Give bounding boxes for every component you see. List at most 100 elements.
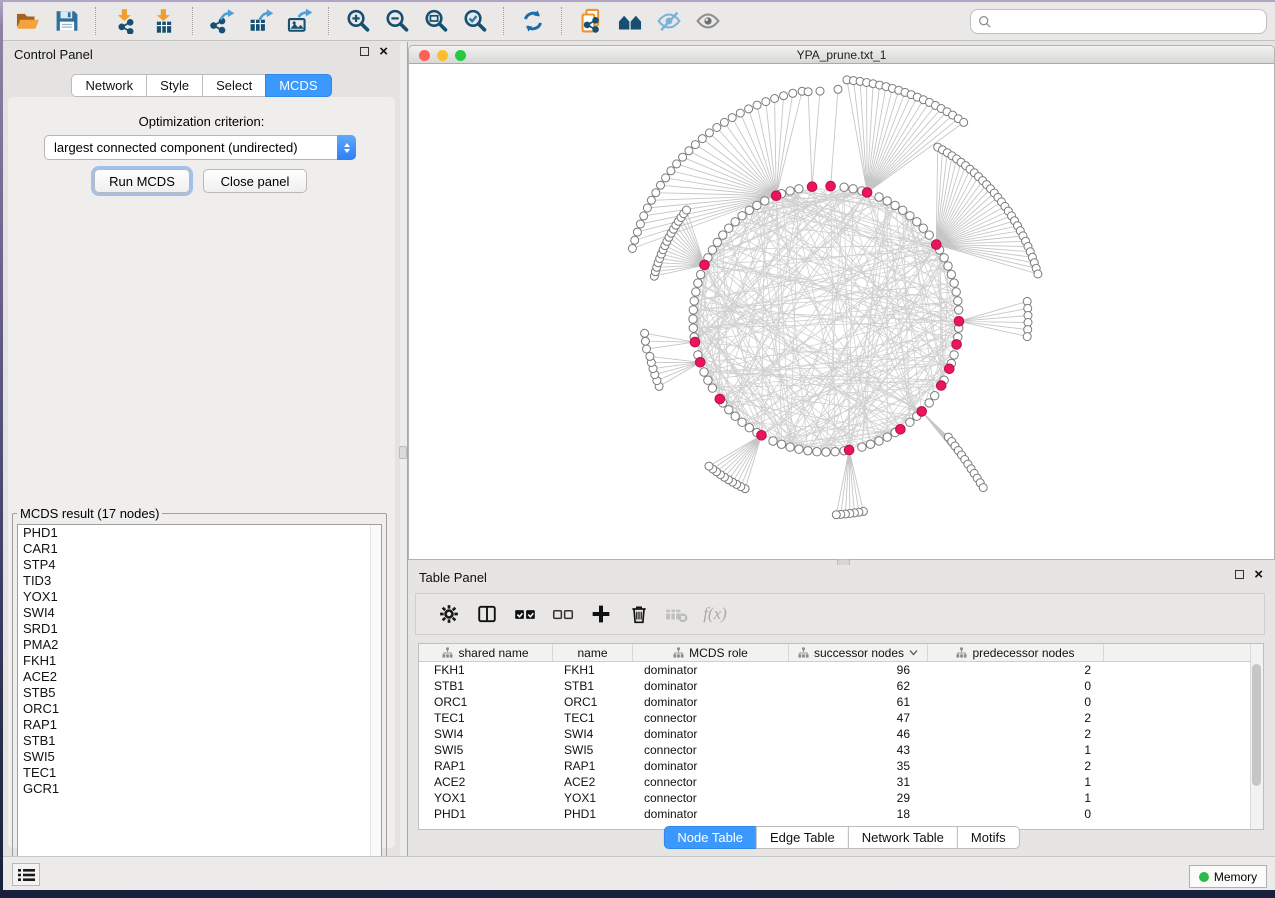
table-row[interactable]: RAP1RAP1dominator352 [419,758,1263,774]
zoom-selected-icon[interactable] [455,5,494,37]
tab-edge-table[interactable]: Edge Table [756,826,849,849]
mcds-panel: Optimization criterion: largest connecte… [8,97,395,848]
mcds-result-item[interactable]: TEC1 [18,765,381,781]
table-row[interactable]: YOX1YOX1connector291 [419,790,1263,806]
mcds-list-scrollbar[interactable] [370,525,381,872]
tab-motifs[interactable]: Motifs [957,826,1020,849]
search-box[interactable] [970,9,1267,34]
mcds-result-item[interactable]: STP4 [18,557,381,573]
float-panel-icon[interactable] [360,47,369,56]
tab-node-table[interactable]: Node Table [663,826,757,849]
mcds-result-item[interactable]: YOX1 [18,589,381,605]
unselect-all-columns-icon[interactable] [544,597,582,631]
network-window-title: YPA_prune.txt_1 [409,46,1274,64]
column-header-shared-name[interactable]: shared name [419,644,553,661]
minimize-light[interactable] [437,50,448,61]
mcds-result-item[interactable]: ORC1 [18,701,381,717]
export-table-icon[interactable] [241,5,280,37]
table-row[interactable]: ORC1ORC1dominator610 [419,694,1263,710]
mcds-result-item[interactable]: GCR1 [18,781,381,797]
mcds-result-item[interactable]: STB5 [18,685,381,701]
cell-name: ACE2 [553,774,633,790]
table-row[interactable]: ACE2ACE2connector311 [419,774,1263,790]
open-icon[interactable] [8,5,47,37]
import-table-icon[interactable] [144,5,183,37]
table-row[interactable]: TEC1TEC1connector472 [419,710,1263,726]
duplicate-network-icon[interactable] [571,5,610,37]
mcds-result-item[interactable]: PMA2 [18,637,381,653]
tab-network[interactable]: Network [71,74,147,97]
cell-shared-name: RAP1 [419,758,553,774]
table-row[interactable]: FKH1FKH1dominator962 [419,662,1263,678]
table-scrollbar-thumb[interactable] [1252,664,1261,786]
create-column-icon[interactable] [582,597,620,631]
cell-name: RAP1 [553,758,633,774]
zoom-out-icon[interactable] [377,5,416,37]
close-light[interactable] [419,50,430,61]
search-input[interactable] [997,14,1266,29]
mcds-result-item[interactable]: SRD1 [18,621,381,637]
cell-shared-name: ACE2 [419,774,553,790]
criterion-select[interactable]: largest connected component (undirected) [44,135,356,160]
export-image-icon[interactable] [280,5,319,37]
tab-select[interactable]: Select [202,74,266,97]
select-all-columns-icon[interactable] [506,597,544,631]
mcds-result-item[interactable]: TID3 [18,573,381,589]
float-table-panel-icon[interactable] [1235,570,1244,579]
mcds-result-item[interactable]: FKH1 [18,653,381,669]
memory-button[interactable]: Memory [1189,865,1267,888]
table-panel-header: Table Panel × [408,565,1275,589]
mcds-result-item[interactable]: SWI5 [18,749,381,765]
close-panel-icon[interactable]: × [379,47,388,56]
cell-name: TEC1 [553,710,633,726]
mcds-result-list[interactable]: PHD1CAR1STP4TID3YOX1SWI4SRD1PMA2FKH1ACE2… [17,524,382,873]
status-bar: Memory [3,856,1275,890]
mcds-result-item[interactable]: PHD1 [18,525,381,541]
delete-column-icon[interactable] [620,597,658,631]
show-columns-icon[interactable] [468,597,506,631]
network-graph-canvas[interactable] [409,64,1274,559]
import-network-icon[interactable] [105,5,144,37]
cell-successor-nodes: 46 [789,726,928,742]
toolbar-separator [192,7,193,35]
hide-selected-icon[interactable] [649,5,688,37]
close-panel-button[interactable]: Close panel [203,169,307,193]
run-mcds-button[interactable]: Run MCDS [94,169,190,193]
cell-predecessor-nodes: 1 [928,742,1104,758]
mcds-result-item[interactable]: RAP1 [18,717,381,733]
mcds-result-item[interactable]: CAR1 [18,541,381,557]
column-header-predecessor-nodes[interactable]: predecessor nodes [928,644,1104,661]
save-icon[interactable] [47,5,86,37]
tab-style[interactable]: Style [146,74,203,97]
function-builder-icon: f(x) [696,597,734,631]
table-row[interactable]: SWI4SWI4dominator462 [419,726,1263,742]
show-all-icon[interactable] [688,5,727,37]
zoom-in-icon[interactable] [338,5,377,37]
column-header-successor-nodes[interactable]: successor nodes [789,644,928,661]
mcds-result-item[interactable]: STB1 [18,733,381,749]
zoom-fit-icon[interactable] [416,5,455,37]
column-header-MCDS-role[interactable]: MCDS role [633,644,789,661]
vertical-splitter-handle[interactable] [399,446,407,459]
column-header-name[interactable]: name [553,644,633,661]
table-settings-icon[interactable] [430,597,468,631]
table-scrollbar[interactable] [1250,644,1263,829]
cell-MCDS-role: connector [633,774,789,790]
table-row[interactable]: STB1STB1dominator620 [419,678,1263,694]
shared-column-icon [673,647,684,658]
task-history-button[interactable] [12,863,40,886]
first-neighbors-icon[interactable] [610,5,649,37]
mcds-result-item[interactable]: ACE2 [18,669,381,685]
tab-mcds[interactable]: MCDS [265,74,331,97]
table-row[interactable]: PHD1PHD1dominator180 [419,806,1263,822]
refresh-icon[interactable] [513,5,552,37]
export-network-icon[interactable] [202,5,241,37]
cell-shared-name: SWI5 [419,742,553,758]
network-window-titlebar[interactable]: YPA_prune.txt_1 [409,46,1274,64]
mcds-result-item[interactable]: SWI4 [18,605,381,621]
table-row[interactable]: SWI5SWI5connector431 [419,742,1263,758]
close-table-panel-icon[interactable]: × [1254,570,1263,579]
tab-network-table[interactable]: Network Table [848,826,958,849]
zoom-light[interactable] [455,50,466,61]
cell-name: ORC1 [553,694,633,710]
